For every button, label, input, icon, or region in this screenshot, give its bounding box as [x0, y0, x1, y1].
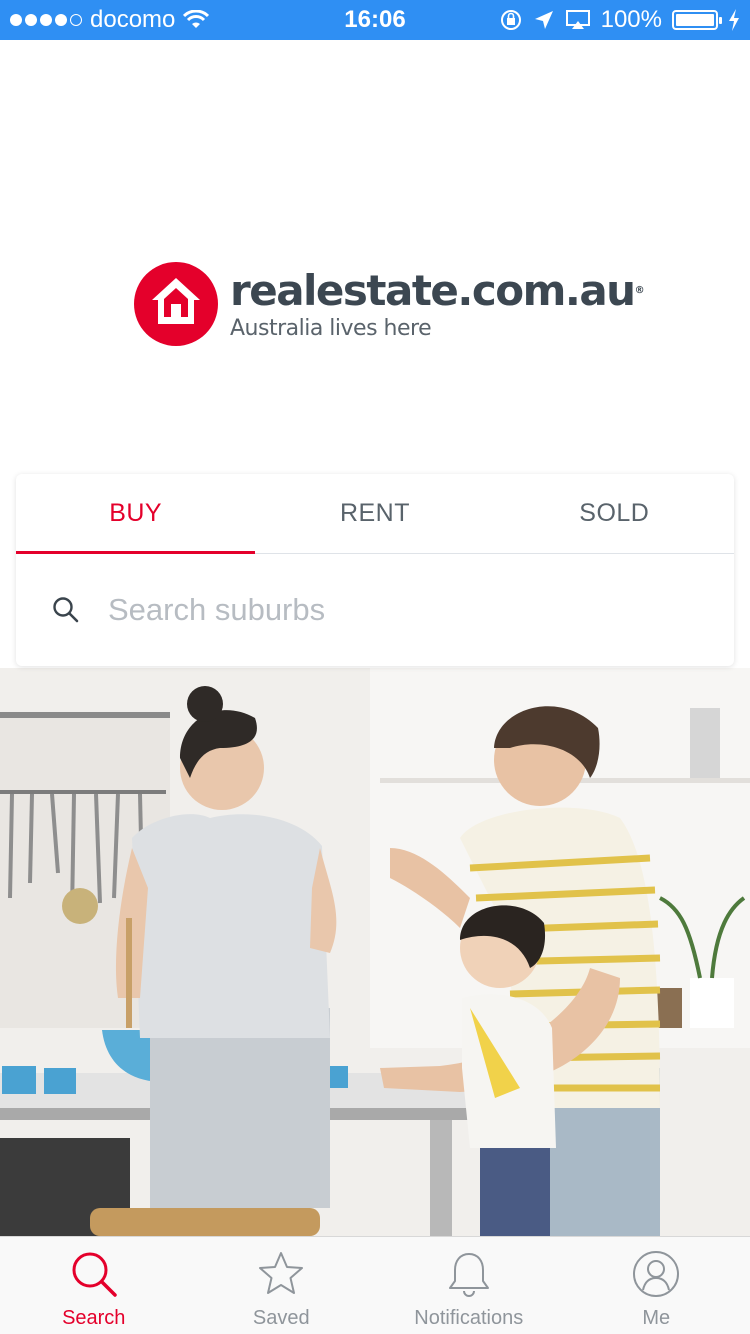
tab-bar-notifications-label: Notifications [414, 1307, 524, 1329]
bottom-tab-bar: Search Saved Notifications Me [0, 1236, 750, 1334]
search-icon [72, 1252, 117, 1297]
signal-strength-icon [10, 14, 82, 26]
logo-name: realestate.com.au [230, 265, 636, 315]
charging-bolt-icon [729, 9, 739, 31]
listing-type-tabs: BUY RENT SOLD [16, 474, 734, 554]
logo-tagline: Australia lives here [230, 315, 432, 341]
tab-sold[interactable]: SOLD [495, 474, 734, 553]
status-bar: docomo 16:06 100% [0, 0, 750, 40]
airplay-icon [565, 10, 590, 29]
battery-percentage: 100% [600, 6, 662, 33]
star-icon [259, 1252, 304, 1294]
tab-bar-saved-label: Saved [252, 1307, 310, 1329]
status-right: 100% [499, 6, 740, 34]
tab-bar-saved[interactable]: Saved [188, 1237, 376, 1334]
search-icon [53, 597, 79, 623]
carrier-name: docomo [90, 6, 176, 33]
location-arrow-icon [534, 11, 553, 29]
user-icon [633, 1251, 680, 1297]
rotation-lock-icon [500, 10, 521, 30]
status-left: docomo [10, 6, 499, 34]
hero-family-kitchen-image [0, 668, 750, 1236]
house-logo-icon [134, 262, 218, 346]
tab-bar-search[interactable]: Search [0, 1237, 188, 1334]
registered-mark: ® [634, 284, 645, 296]
logo-wordmark: realestate.com.au® [230, 265, 645, 315]
tab-bar-me-label: Me [642, 1307, 671, 1329]
hero-illustration [0, 668, 750, 1236]
tab-rent[interactable]: RENT [255, 474, 494, 553]
battery-icon [672, 10, 722, 30]
search-suburbs-input[interactable] [108, 592, 668, 628]
tab-bar-me[interactable]: Me [563, 1237, 750, 1334]
logo-text: realestate.com.au® Australia lives here [230, 265, 645, 341]
tab-bar-search-label: Search [62, 1307, 126, 1329]
wifi-icon [183, 10, 210, 28]
bell-icon [448, 1253, 489, 1297]
brand-logo: realestate.com.au® Australia lives here [134, 262, 645, 346]
tab-bar-notifications[interactable]: Notifications [375, 1237, 563, 1334]
search-card: BUY RENT SOLD [16, 474, 734, 666]
search-row[interactable] [16, 554, 734, 666]
tab-buy[interactable]: BUY [16, 474, 256, 554]
